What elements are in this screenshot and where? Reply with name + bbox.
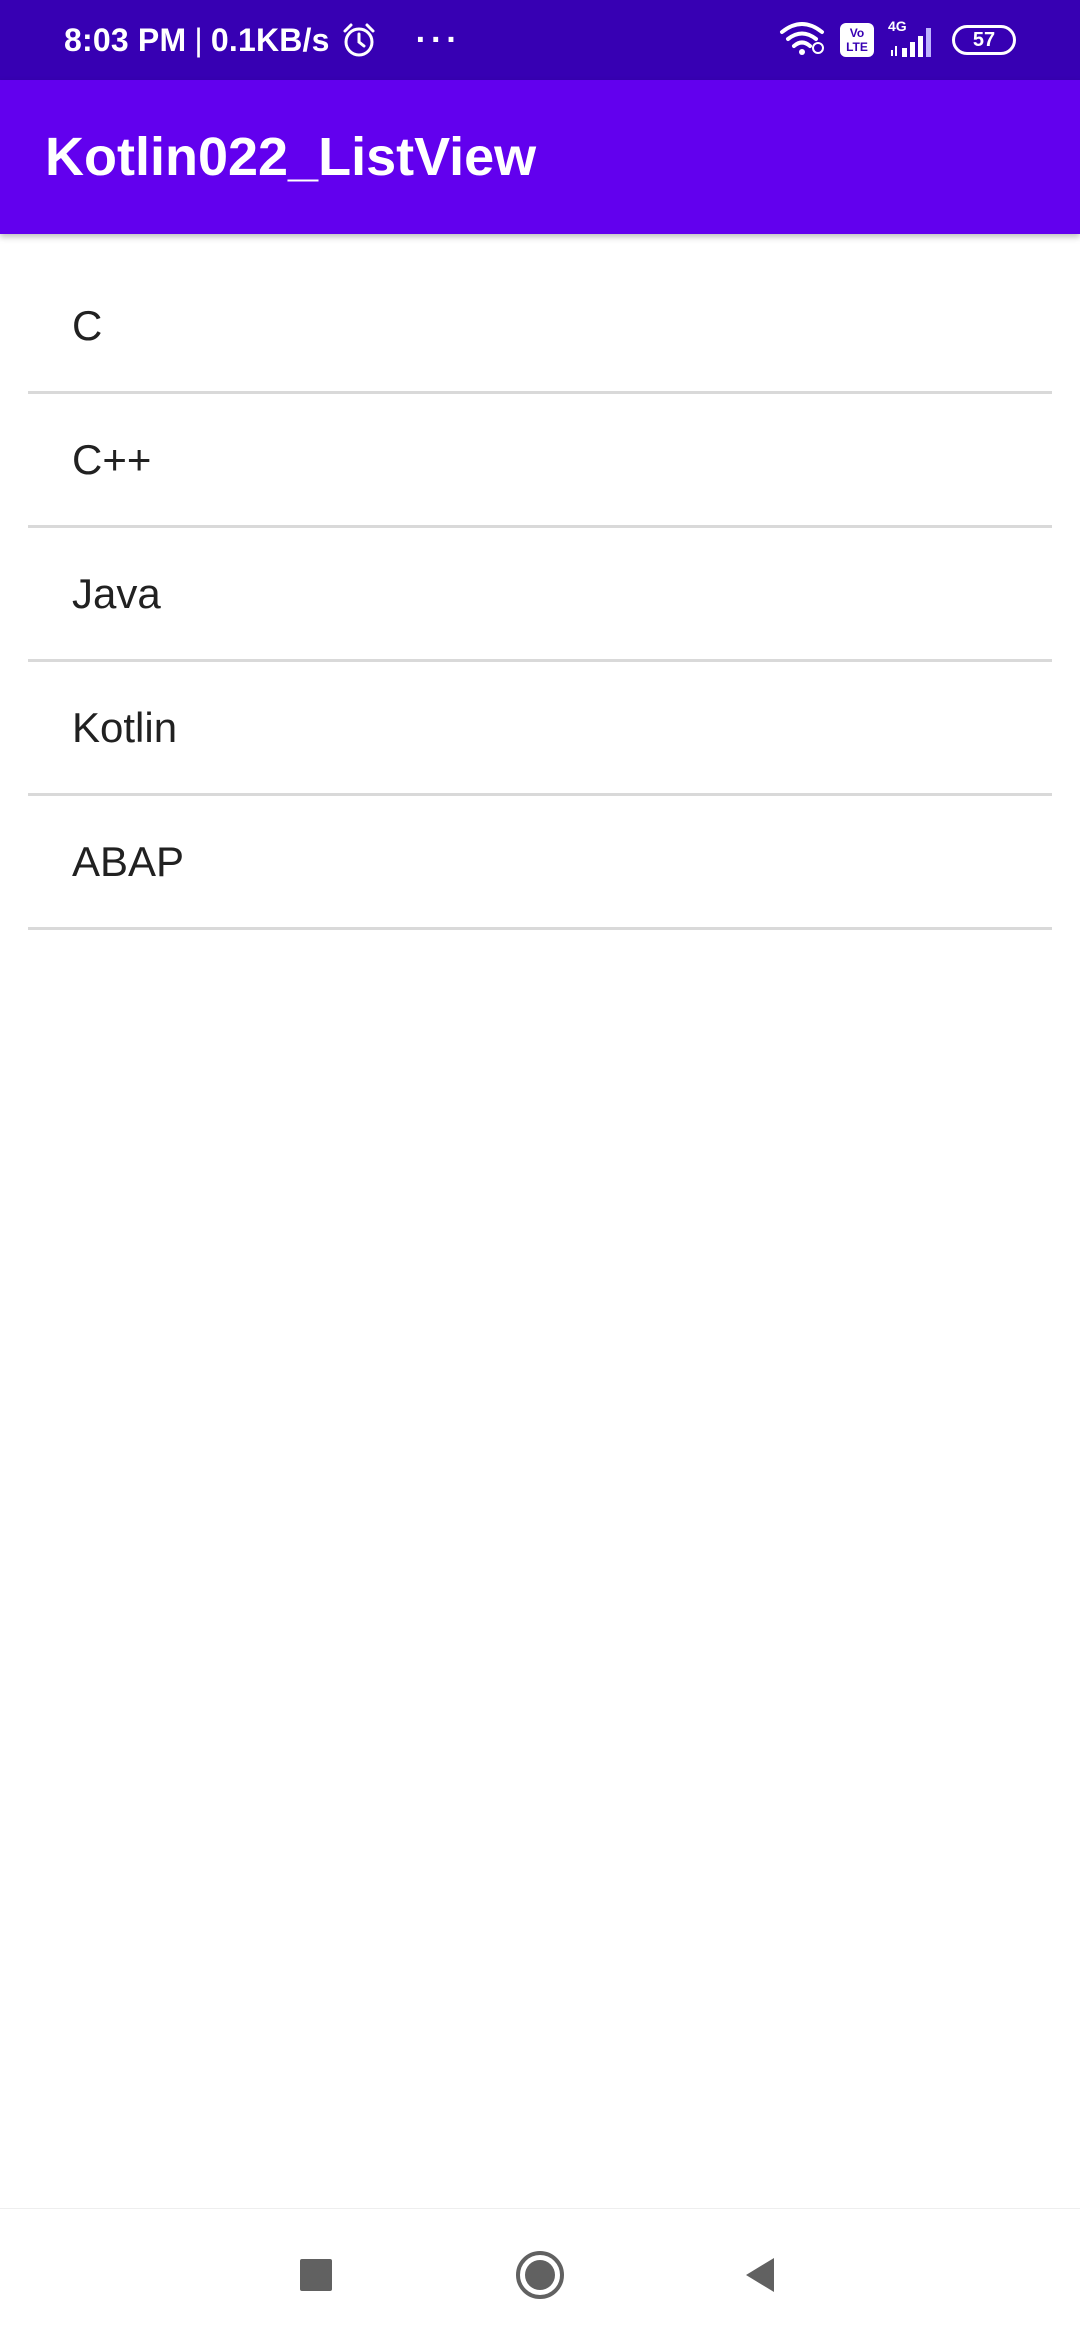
list-item[interactable]: C++ [28,394,1052,528]
list-item-label: Java [72,569,161,617]
list-item-label: C [72,301,103,349]
signal-icon: 4G [888,18,938,60]
list-item[interactable]: C [28,260,1052,394]
list-item[interactable]: Kotlin [28,662,1052,796]
list-item[interactable]: ABAP [28,796,1052,930]
alarm-icon [340,21,378,59]
back-button[interactable] [700,2209,820,2341]
triangle-back-icon [746,2258,774,2292]
status-separator: | [194,21,203,58]
battery-level: 57 [972,28,996,51]
list-item[interactable]: Java [28,528,1052,662]
page-title: Kotlin022_ListView [45,127,537,187]
status-right: Vo LTE 4G 57 [764,0,1016,80]
circle-icon [516,2251,564,2299]
navigation-bar [0,2208,1080,2341]
more-notifications-icon: ··· [415,20,462,59]
status-left: 8:03 PM | 0.1KB/s ··· [64,0,462,80]
volte-bottom-label: LTE [846,40,868,54]
list-item-label: C++ [72,435,152,483]
recents-button[interactable] [256,2209,376,2341]
status-bar: 8:03 PM | 0.1KB/s ··· Vo LTE 4G 57 [0,0,1080,80]
battery-icon: 57 [952,25,1016,55]
status-time: 8:03 PM [64,21,187,58]
square-icon [300,2259,332,2291]
wifi-icon [778,20,826,61]
net-speed: 0.1KB/s [210,21,330,58]
list-item-label: Kotlin [72,703,178,751]
volte-top-label: Vo [849,26,865,40]
list-item-label: ABAP [72,837,185,885]
app-bar: Kotlin022_ListView [0,80,1080,234]
volte-icon: Vo LTE [840,23,874,57]
home-button[interactable] [480,2209,600,2341]
list-view[interactable]: C C++ Java Kotlin ABAP [28,260,1052,930]
